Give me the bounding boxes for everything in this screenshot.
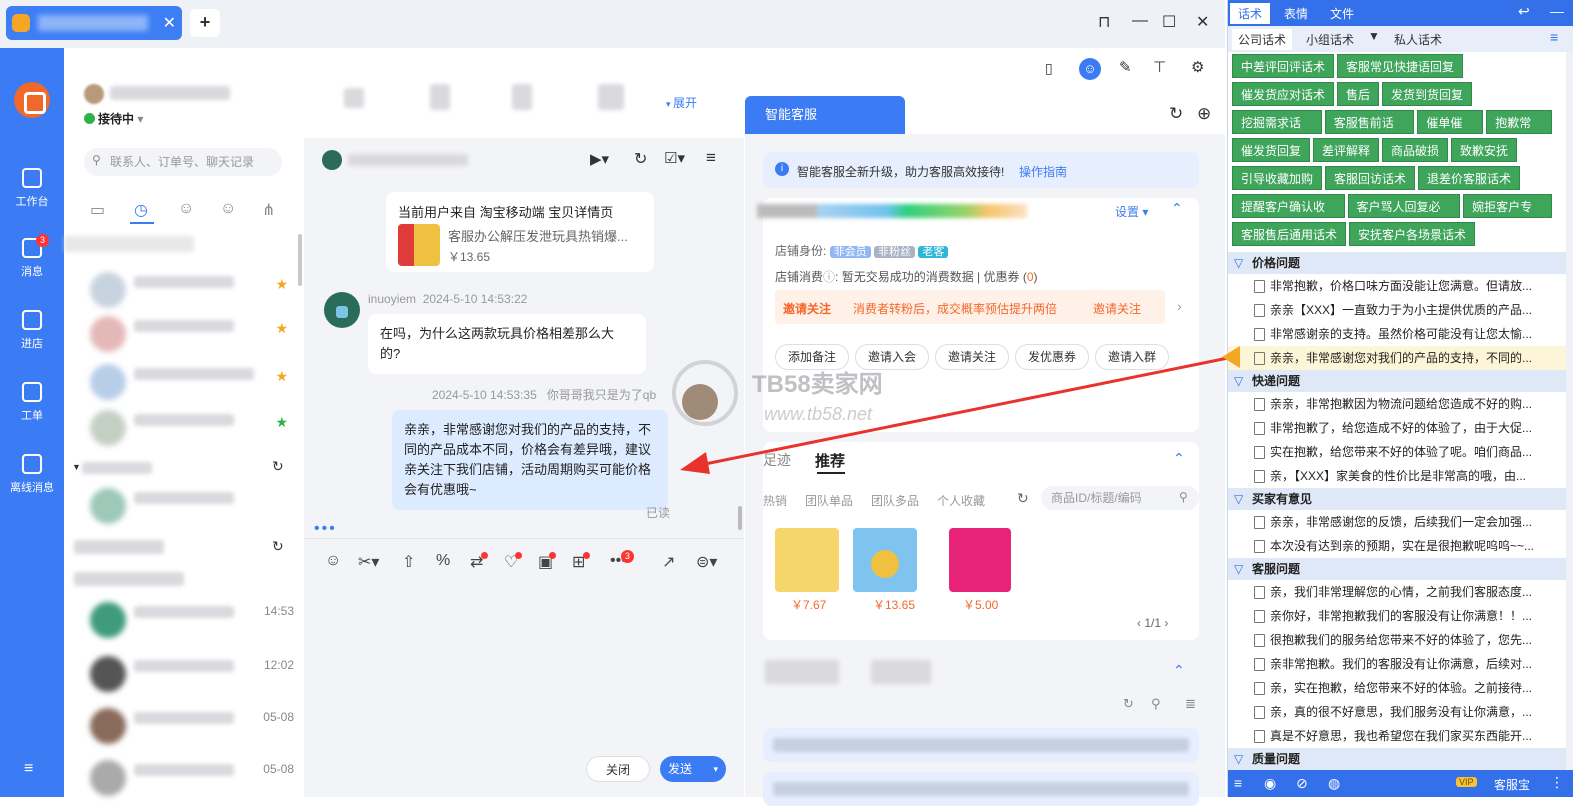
category-button[interactable]: 客户骂人回复必备 xyxy=(1347,194,1461,238)
category-button[interactable]: 婉拒客户专用 xyxy=(1463,194,1552,238)
category-button[interactable]: 催发货应对话术 xyxy=(1232,82,1335,106)
category-button[interactable]: 发货到货回复 xyxy=(1382,82,1473,106)
collapse-triangle-icon[interactable]: ▽ xyxy=(1234,252,1243,274)
category-row: 挖掘需求话术客服售前话术催单催付抱歉常用 xyxy=(1232,110,1552,154)
tab-scripts[interactable]: 话术 xyxy=(1230,3,1271,24)
script-item[interactable]: 亲亲，非常感谢您对我们的产品的支持，不同的... xyxy=(1228,346,1573,370)
script-item[interactable]: 非常抱歉了，给您造成不好的体验了，由于大促... xyxy=(1228,416,1573,440)
tab-emoji[interactable]: 表情 xyxy=(1284,5,1308,22)
menu-icon[interactable]: ≡ xyxy=(1234,775,1242,791)
subtab-group[interactable]: 小组话术 xyxy=(1306,31,1354,48)
category-buttons: 中差评回评话术客服常见快捷语回复催发货应对话术售后发货到货回复挖掘需求话术客服售… xyxy=(1232,54,1552,250)
footer-brand-label: 客服宝 xyxy=(1494,778,1531,792)
collapse-triangle-icon[interactable]: ▽ xyxy=(1234,488,1243,510)
minimize-icon[interactable]: — xyxy=(1550,3,1564,19)
script-item[interactable]: 很抱歉我们的服务给您带来不好的体验了，您先... xyxy=(1228,628,1573,652)
more-icon[interactable]: ⋮ xyxy=(1550,774,1564,791)
subtab-company[interactable]: 公司话术 xyxy=(1232,29,1293,50)
category-button[interactable]: 差评解释 xyxy=(1313,138,1380,162)
category-button[interactable]: 中差评回评话术 xyxy=(1232,54,1335,78)
script-scrollbar[interactable] xyxy=(1566,52,1573,770)
script-section-header[interactable]: ▽ 客服问题 xyxy=(1228,558,1573,580)
script-section-header[interactable]: ▽ 快递问题 xyxy=(1228,370,1573,392)
collapse-triangle-icon[interactable]: ▽ xyxy=(1234,370,1243,392)
script-item[interactable]: 亲，【XXX】家美食的性价比是非常高的哦，由... xyxy=(1228,464,1573,488)
script-section-header[interactable]: ▽ 买家有意见 xyxy=(1228,488,1573,510)
category-row: 提醒客户确认收货客户骂人回复必备婉拒客户专用 xyxy=(1232,194,1552,238)
script-item[interactable]: 亲非常抱歉。我们的客服没有让你满意，后续对... xyxy=(1228,652,1573,676)
script-sub-tabs: 公司话术 小组话术 ▼ 私人话术 ≡ xyxy=(1228,26,1573,52)
chevron-down-icon[interactable]: ▼ xyxy=(1368,29,1380,43)
category-button[interactable]: 提醒客户确认收货 xyxy=(1232,194,1345,238)
script-item[interactable]: 亲你好，非常抱歉我们的客服没有让你满意！！... xyxy=(1228,604,1573,628)
script-item[interactable]: 本次没有达到亲的预期，实在是很抱歉呢呜呜~~... xyxy=(1228,534,1573,558)
script-item[interactable]: 亲亲【XXX】一直致力于为小主提供优质的产品... xyxy=(1228,298,1573,322)
script-item[interactable]: 亲亲，非常抱歉因为物流问题给您造成不好的购... xyxy=(1228,392,1573,416)
category-row: 催发货应对话术 售后 发货到货回复 xyxy=(1232,82,1552,106)
category-row: 中差评回评话术 客服常见快捷语回复 xyxy=(1232,54,1552,78)
category-button[interactable]: 退差价客服话术 xyxy=(1418,166,1521,190)
category-button[interactable]: 挖掘需求话术 xyxy=(1232,110,1322,154)
script-section-header[interactable]: ▽ 质量问题 xyxy=(1228,748,1573,770)
script-item[interactable]: 亲，实在抱歉，给您带来不好的体验。之前接待... xyxy=(1228,676,1573,700)
category-button[interactable]: 商品破损 xyxy=(1382,138,1449,162)
category-button[interactable]: 引导收藏加购 xyxy=(1232,166,1323,190)
category-button[interactable]: 客服售前话术 xyxy=(1324,110,1415,154)
script-item[interactable]: 非常感谢亲的支持。虽然价格可能没有让您太愉... xyxy=(1228,322,1573,346)
script-item[interactable]: 真是不好意思，我也希望您在我们家买东西能开... xyxy=(1228,724,1573,748)
script-item[interactable]: 非常抱歉，价格口味方面没能让您满意。但请放... xyxy=(1228,274,1573,298)
category-button[interactable]: 客服常见快捷语回复 xyxy=(1337,54,1464,78)
wechat-icon[interactable]: ◍ xyxy=(1328,775,1340,792)
collapse-triangle-icon[interactable]: ▽ xyxy=(1234,558,1243,580)
eye-off-icon[interactable]: ⊘ xyxy=(1296,775,1308,792)
category-row: 客服售后通用话术 安抚客户各场景话术 xyxy=(1232,222,1552,246)
category-button[interactable]: 安抚客户各场景话术 xyxy=(1349,222,1476,246)
list-icon[interactable]: ≡ xyxy=(1550,29,1558,45)
script-footer: ≡ ◉ ⊘ ◍ VIP 客服宝 ⋮ xyxy=(1228,770,1573,797)
script-item[interactable]: 亲，真的很不好意思，我们服务没有让你满意，... xyxy=(1228,700,1573,724)
undo-icon[interactable]: ↩ xyxy=(1518,3,1530,20)
category-row: 催发货回复 差评解释 商品破损 致歉安抚 xyxy=(1232,138,1552,162)
subtab-private[interactable]: 私人话术 xyxy=(1394,31,1442,48)
category-button[interactable]: 抱歉常用 xyxy=(1486,110,1552,154)
category-button[interactable]: 致歉安抚 xyxy=(1451,138,1518,162)
script-item[interactable]: 亲，我们非常理解您的心情，之前我们客服态度... xyxy=(1228,580,1573,604)
category-button[interactable]: 客服售后通用话术 xyxy=(1232,222,1347,246)
script-item[interactable]: 亲亲，非常感谢您的反馈，后续我们一定会加强... xyxy=(1228,510,1573,534)
script-panel: 话术 表情 文件 ↩ — 公司话术 小组话术 ▼ 私人话术 ≡ 中差评回评话术客… xyxy=(1222,0,1573,797)
script-top-tabs: 话术 表情 文件 ↩ — xyxy=(1228,0,1573,26)
category-button[interactable]: 售后 xyxy=(1337,82,1380,106)
script-list: ▽ 价格问题 非常抱歉，价格口味方面没能让您满意。但请放... 亲亲【XXX】一直致力… xyxy=(1228,252,1573,770)
category-button[interactable]: 催单催付 xyxy=(1417,110,1484,154)
vip-badge: VIP xyxy=(1456,777,1477,787)
eye-icon[interactable]: ◉ xyxy=(1264,775,1276,792)
collapse-triangle-icon[interactable]: ▽ xyxy=(1234,748,1243,770)
script-item[interactable]: 实在抱歉，给您带来不好的体验了呢。咱们商品... xyxy=(1228,440,1573,464)
category-button[interactable]: 催发货回复 xyxy=(1232,138,1311,162)
tab-files[interactable]: 文件 xyxy=(1330,5,1354,22)
script-section-header[interactable]: ▽ 价格问题 xyxy=(1228,252,1573,274)
category-button[interactable]: 客服回访话术 xyxy=(1325,166,1416,190)
category-row: 引导收藏加购 客服回访话术 退差价客服话术 xyxy=(1232,166,1552,190)
